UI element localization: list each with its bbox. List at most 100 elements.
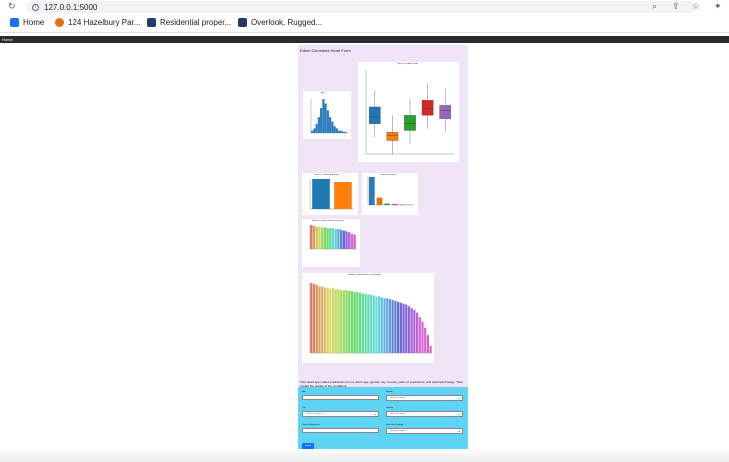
bar [378, 296, 381, 353]
bar [342, 290, 345, 353]
boxplot-panel: Age vs condition result [358, 62, 459, 162]
bookmark-label: 124 Hazelbury Par... [68, 18, 141, 27]
bar [399, 204, 406, 205]
bar [418, 317, 421, 353]
box [404, 115, 416, 131]
age-histogram [310, 99, 347, 134]
bar [311, 130, 314, 133]
bar [369, 294, 373, 353]
bar [348, 291, 351, 353]
bookmark-star-icon[interactable]: ☆ [692, 1, 700, 12]
age-boxplot [365, 70, 454, 155]
bar [340, 130, 343, 133]
main-content: Edem Cleveland Heart Form Age Age vs con… [298, 45, 468, 460]
country-label: Country [386, 407, 394, 409]
window-bottom-edge [0, 449, 729, 462]
strategy-select[interactable]: -- Select an option -- ⌄ [386, 428, 463, 434]
extensions-icon[interactable]: ✦ [714, 1, 722, 12]
bar [353, 291, 356, 353]
bar [321, 227, 324, 249]
bar [329, 117, 332, 133]
bar [312, 225, 316, 249]
country-rainbow-chart [309, 225, 356, 250]
bar [402, 303, 405, 353]
experience-input[interactable] [302, 428, 379, 433]
chart-title: Number of observations per country [312, 220, 344, 222]
bar [331, 121, 334, 133]
bar [397, 301, 400, 353]
bar [322, 99, 325, 133]
document-bookmark-icon [147, 18, 156, 27]
chart-title: Age [321, 92, 325, 94]
gender-bar-chart [309, 179, 354, 210]
bar [342, 131, 345, 133]
bar [344, 131, 347, 133]
bar [320, 108, 323, 133]
gender-label: Gender [386, 391, 393, 393]
bookmark-overlook[interactable]: Overlook, Rugged... [238, 18, 322, 27]
gender-bar-panel: Gender vs Strategy Average [302, 173, 358, 215]
bar [386, 298, 389, 353]
bookmark-hazelbury[interactable]: 124 Hazelbury Par... [55, 18, 140, 27]
count-bar-chart [367, 177, 414, 206]
bar [340, 290, 343, 353]
select-value: -- Select an option -- [389, 430, 408, 432]
bar [310, 283, 313, 353]
bookmarks-bar: Home 124 Hazelbury Par... Residential pr… [0, 15, 729, 33]
bar [388, 299, 392, 353]
zoom-icon[interactable]: ⌕ [652, 1, 657, 12]
chevron-down-icon: ⌄ [457, 428, 461, 433]
chart-title: Age vs condition result [398, 63, 419, 65]
page-title: Edem Cleveland Heart Form [300, 48, 351, 53]
select-value: -- Select an option -- [389, 413, 408, 415]
bar [331, 288, 335, 353]
chart-title: Count per country [380, 174, 396, 176]
reload-icon[interactable]: ↻ [8, 1, 16, 12]
bar [361, 293, 364, 353]
url-text: 127.0.0.1:5000 [44, 2, 98, 12]
age-input[interactable] [302, 395, 379, 400]
bar [394, 300, 397, 353]
globe-bookmark-icon [55, 18, 64, 27]
share-icon[interactable]: ⇪ [672, 1, 680, 12]
bar [364, 293, 367, 353]
bookmark-residential[interactable]: Residential proper... [147, 18, 231, 27]
bar [317, 117, 320, 133]
bar [416, 312, 419, 353]
country-select[interactable]: -- Select an option -- ⌄ [386, 411, 463, 417]
site-info-icon[interactable]: i [32, 3, 39, 11]
bookmark-home[interactable]: Home [10, 18, 44, 27]
bar [312, 283, 316, 353]
chevron-down-icon: ⌄ [373, 411, 377, 416]
bar [368, 177, 375, 205]
box [421, 100, 434, 116]
bar [424, 327, 427, 353]
chart-title: Number of observations per Strategy [348, 274, 381, 276]
chevron-down-icon: ⌄ [457, 411, 461, 416]
count-bar-panel: Count per country [362, 173, 418, 215]
gender-select[interactable]: -- Select an option -- ⌄ [386, 395, 463, 401]
bar [350, 233, 354, 249]
bar [323, 287, 326, 353]
bar [410, 308, 413, 353]
country-bar-panel: Number of observations per country [302, 219, 360, 267]
bar [337, 229, 340, 249]
bar [367, 294, 370, 353]
bar [315, 226, 318, 249]
bar [345, 290, 348, 353]
bar [383, 298, 386, 353]
bar [318, 226, 321, 249]
bar [391, 300, 394, 353]
address-bar[interactable]: i 127.0.0.1:5000 [26, 1, 696, 13]
bar [391, 204, 398, 205]
select-value: -- Select an option -- [305, 413, 324, 415]
navbar-brand[interactable]: Home [2, 36, 13, 43]
box [439, 105, 451, 119]
bar [338, 130, 341, 133]
bar [342, 230, 345, 249]
bar [313, 128, 316, 133]
bar [399, 302, 402, 353]
bar [375, 296, 378, 353]
city-select[interactable]: -- Select an option -- ⌄ [302, 411, 379, 417]
bar [318, 286, 321, 353]
